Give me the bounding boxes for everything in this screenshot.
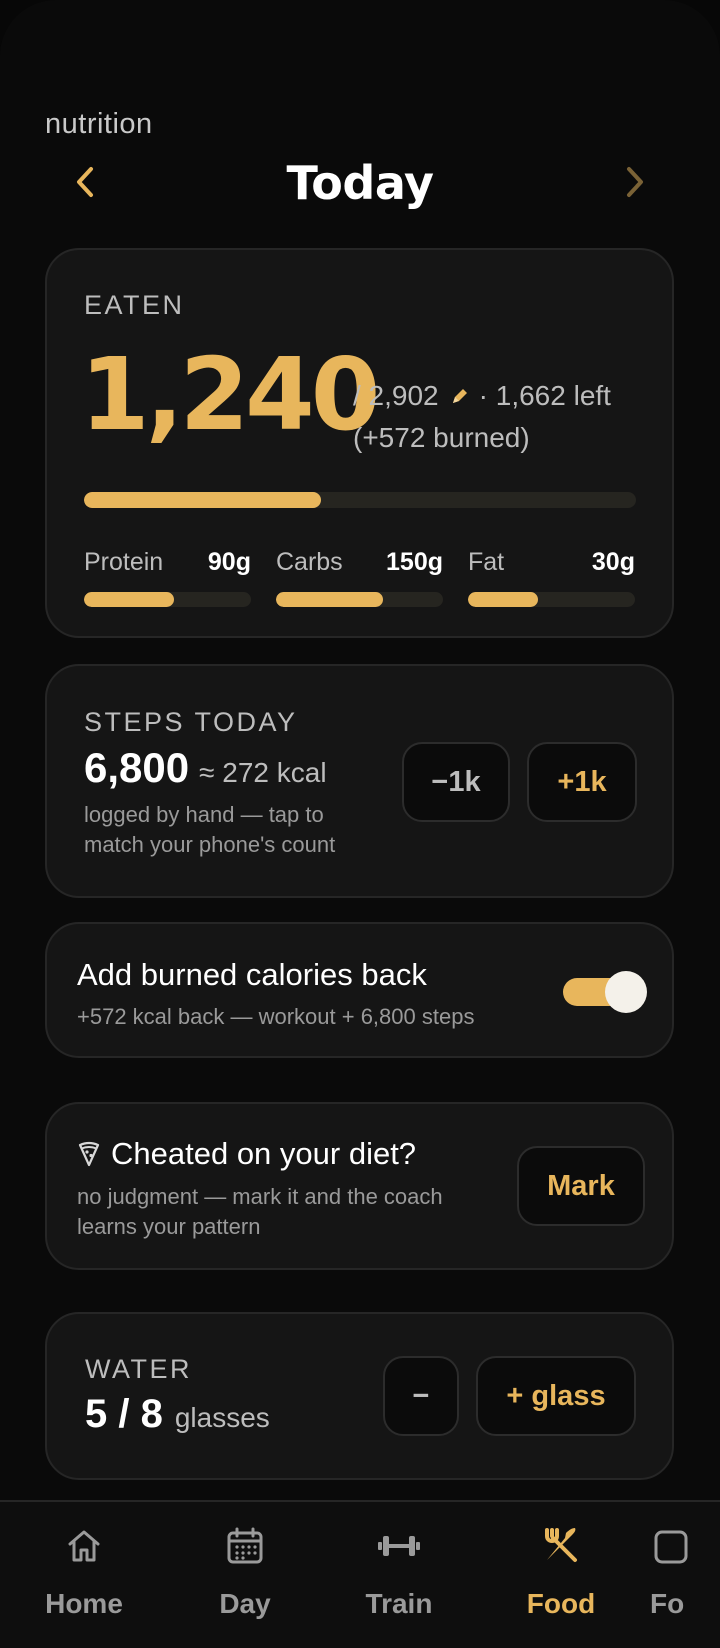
add-glass-button[interactable]: + glass — [476, 1356, 636, 1436]
macro-name: Protein — [84, 548, 164, 576]
cheat-title-row: Cheated on your diet? — [77, 1136, 416, 1172]
cheat-card: Cheated on your diet? no judgment — mark… — [45, 1102, 674, 1270]
macro-progress-fill — [84, 592, 175, 607]
remove-glass-button[interactable]: − — [383, 1356, 459, 1436]
section-eyebrow: nutrition — [45, 108, 153, 140]
macro-progress-fill — [276, 592, 383, 607]
macro-name: Fat — [468, 548, 505, 576]
tab-food[interactable]: Food — [496, 1522, 626, 1620]
increase-steps-button[interactable]: +1k — [527, 742, 637, 822]
burned-calories-card: Add burned calories back +572 kcal back … — [45, 922, 674, 1058]
water-label: WATER — [85, 1354, 192, 1384]
partial-tab-icon — [650, 1522, 690, 1570]
macro-amount: 150g — [386, 548, 443, 576]
macro-name: Carbs — [276, 548, 343, 576]
steps-kcal: ≈ 272 kcal — [199, 757, 327, 788]
water-value-row: 5 / 8 glasses — [85, 1392, 270, 1437]
decrease-steps-button[interactable]: −1k — [402, 742, 510, 822]
tab-label: Home — [45, 1588, 123, 1619]
eaten-value: 1,240 — [80, 336, 380, 453]
steps-label: STEPS TODAY — [84, 707, 298, 737]
steps-card: STEPS TODAY 6,800 ≈ 272 kcal logged by h… — [45, 664, 674, 898]
fork-knife-icon — [539, 1522, 583, 1570]
burned-toggle-subtitle: +572 kcal back — workout + 6,800 steps — [77, 1004, 475, 1029]
burned-toggle-title: Add burned calories back — [77, 957, 427, 992]
water-card: WATER 5 / 8 glasses − + glass — [45, 1312, 674, 1480]
tab-day[interactable]: Day — [180, 1522, 310, 1620]
toggle-knob — [605, 971, 647, 1013]
calorie-progress-bar — [84, 492, 636, 508]
water-count: 5 / 8 — [85, 1392, 163, 1436]
pizza-slice-icon — [77, 1141, 101, 1167]
macro-progress-bar — [468, 592, 635, 607]
eaten-label: EATEN — [84, 290, 185, 320]
macro-amount: 90g — [207, 548, 251, 576]
calories-burned: (+572 burned) — [353, 422, 530, 453]
water-unit: glasses — [174, 1402, 270, 1433]
tab-train[interactable]: Train — [334, 1522, 464, 1620]
tab-label: Food — [526, 1588, 596, 1619]
calorie-progress-fill — [84, 492, 322, 508]
cheat-title: Cheated on your diet? — [111, 1136, 417, 1171]
pencil-icon[interactable] — [449, 385, 471, 407]
tab-label: Fo — [650, 1588, 685, 1619]
tab-label: Day — [219, 1588, 271, 1619]
tab-partial[interactable]: Fo — [650, 1522, 720, 1620]
macro-progress-bar — [84, 592, 251, 607]
chevron-right-icon[interactable] — [615, 162, 655, 202]
calorie-goal-line: / 2,902 · 1,662 left — [353, 382, 611, 410]
tab-label: Train — [365, 1588, 433, 1619]
calorie-goal: / 2,902 — [353, 380, 439, 411]
cheat-subtitle: no judgment — mark it and the coach lear… — [77, 1184, 443, 1239]
macro-progress-fill — [468, 592, 539, 607]
calendar-icon — [225, 1522, 265, 1570]
macro-amount: 30g — [591, 548, 635, 576]
bottom-tab-bar: Home Day Train Food Fo — [0, 1500, 720, 1648]
steps-note: logged by hand — tap to match your phone… — [84, 802, 336, 857]
steps-count: 6,800 — [84, 744, 190, 791]
macro-progress-bar — [276, 592, 443, 607]
mark-cheat-button[interactable]: Mark — [517, 1146, 645, 1226]
screen: nutrition Today EATEN 1,240 / 2,902 · 1,… — [0, 0, 720, 1648]
dumbbell-icon — [377, 1522, 421, 1570]
home-icon — [64, 1522, 104, 1570]
burned-calories-toggle[interactable] — [563, 971, 647, 1013]
eaten-card: EATEN 1,240 / 2,902 · 1,662 left (+572 b… — [45, 248, 674, 638]
calories-left: · 1,662 left — [478, 380, 611, 411]
page-title: Today — [286, 156, 434, 210]
tab-home[interactable]: Home — [19, 1522, 149, 1620]
steps-value-row: 6,800 ≈ 272 kcal — [84, 744, 327, 792]
date-navigator: Today — [45, 150, 675, 216]
